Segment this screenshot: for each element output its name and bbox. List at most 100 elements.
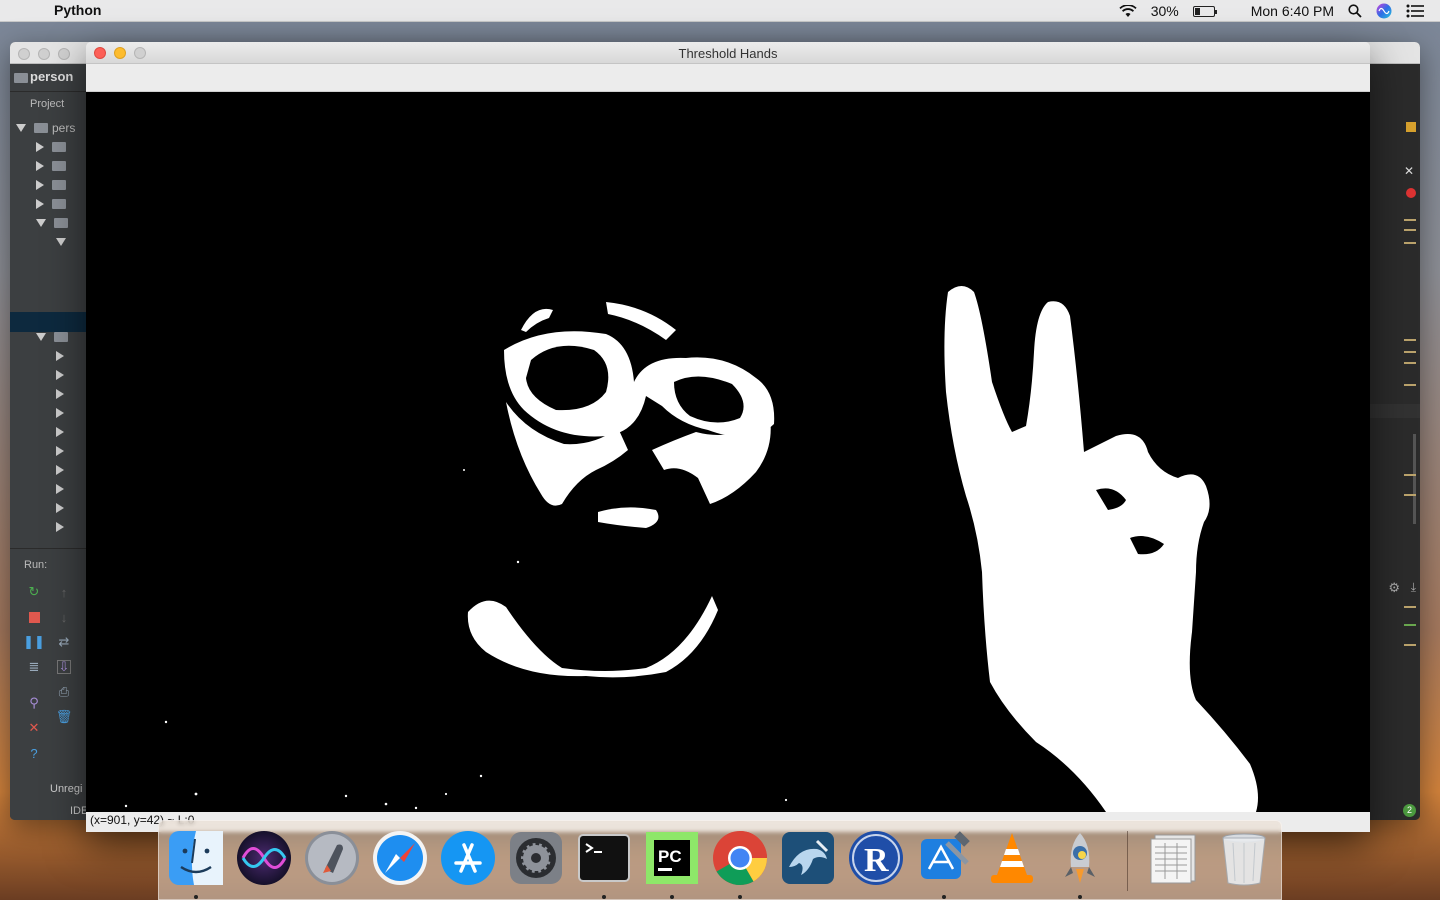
ide-minimize-button[interactable] [38, 48, 50, 60]
dump-threads-icon[interactable]: ≣ [27, 659, 41, 674]
dock-terminal-icon[interactable] [575, 829, 633, 887]
error-icon[interactable] [1406, 188, 1416, 198]
collapse-icon[interactable] [56, 407, 64, 418]
folder-icon [34, 122, 48, 133]
download-icon[interactable]: ⤓ [1411, 580, 1416, 595]
rerun-icon[interactable]: ↻ [27, 584, 41, 599]
stop-icon[interactable] [27, 610, 41, 624]
gutter-marker[interactable] [1404, 384, 1416, 386]
collapse-icon[interactable] [36, 198, 44, 209]
collapse-icon[interactable] [36, 179, 44, 190]
window-toolbar [86, 64, 1370, 92]
dock-r-icon[interactable]: R [847, 829, 905, 887]
gutter-marker[interactable] [1404, 606, 1416, 608]
menu-bar: Python 30% Mon 6:40 PM [0, 0, 1440, 22]
folder-icon [54, 217, 68, 228]
siri-menu-icon[interactable] [1376, 3, 1392, 19]
dock-python-launcher-icon[interactable] [1051, 829, 1109, 887]
expand-icon[interactable] [36, 218, 46, 227]
collapse-icon[interactable] [56, 502, 64, 513]
project-breadcrumb[interactable]: person [30, 69, 73, 84]
window-title-bar[interactable]: Threshold Hands [86, 42, 1370, 64]
folder-icon [52, 141, 66, 152]
trash-icon[interactable]: 🗑 [56, 709, 73, 724]
notification-badge[interactable]: 2 [1403, 804, 1416, 817]
gutter-marker[interactable] [1404, 474, 1416, 476]
dock-safari-icon[interactable] [371, 829, 429, 887]
close-icon[interactable]: ✕ [1404, 164, 1414, 178]
gutter-marker[interactable] [1404, 362, 1416, 364]
expand-icon[interactable] [36, 332, 46, 341]
run-label: Run: [24, 559, 48, 571]
app-menu-name[interactable]: Python [54, 2, 101, 18]
dock-chrome-icon[interactable] [711, 829, 769, 887]
gutter-marker[interactable] [1404, 339, 1416, 341]
dock-system-preferences-icon[interactable] [507, 829, 565, 887]
ide-zoom-button[interactable] [58, 48, 70, 60]
collapse-icon[interactable] [56, 445, 64, 456]
down-arrow-icon[interactable]: ↓ [57, 610, 71, 625]
up-arrow-icon[interactable]: ↑ [57, 585, 71, 600]
collapse-icon[interactable] [56, 426, 64, 437]
xcode-running-indicator [942, 895, 946, 899]
status-unregistered: Unregi [50, 783, 83, 795]
clock[interactable]: Mon 6:40 PM [1251, 3, 1334, 19]
spotlight-search-icon[interactable] [1348, 4, 1362, 18]
dock-finder-icon[interactable] [167, 829, 225, 887]
gutter-marker[interactable] [1404, 644, 1416, 646]
ide-editor-gutter: ✕ ⚙ ⤓ 2 2 [1368, 64, 1420, 820]
threshold-image[interactable] [86, 92, 1370, 812]
warning-marker[interactable] [1406, 122, 1416, 132]
window-title: Threshold Hands [678, 46, 778, 61]
expand-icon[interactable] [16, 123, 26, 132]
dock-documents-stack-icon[interactable] [1145, 829, 1203, 887]
scrollbar[interactable] [1413, 434, 1416, 524]
gutter-marker[interactable] [1404, 242, 1416, 244]
print-icon[interactable]: ⎙ [57, 684, 71, 699]
ide-close-button[interactable] [18, 48, 30, 60]
chrome-running-indicator [738, 895, 742, 899]
pycharm-running-indicator [670, 895, 674, 899]
dock-siri-icon[interactable] [235, 829, 293, 887]
terminal-running-indicator [602, 895, 606, 899]
pin-icon[interactable]: ⚲ [27, 695, 41, 710]
folder-icon [54, 331, 68, 342]
gutter-marker[interactable] [1404, 494, 1416, 496]
help-icon[interactable]: ? [27, 746, 41, 761]
battery-percent[interactable]: 30% [1151, 3, 1179, 19]
soft-wrap-icon[interactable]: ⇄ [57, 634, 71, 649]
dock-xcode-icon[interactable] [915, 829, 973, 887]
dock-vlc-icon[interactable] [983, 829, 1041, 887]
scroll-to-end-icon[interactable]: ⇩ [57, 659, 71, 674]
gutter-marker[interactable] [1404, 229, 1416, 231]
collapse-icon[interactable] [56, 464, 64, 475]
dock-pycharm-icon[interactable]: PC [643, 829, 701, 887]
project-tab[interactable]: Project [30, 98, 64, 110]
close-icon[interactable]: ✕ [27, 720, 41, 735]
collapse-icon[interactable] [56, 350, 64, 361]
python-running-indicator [1078, 895, 1082, 899]
settings-gear-icon[interactable]: ⚙ [1388, 580, 1400, 596]
collapse-icon[interactable] [56, 369, 64, 380]
gutter-marker[interactable] [1404, 219, 1416, 221]
dock-app-store-icon[interactable] [439, 829, 497, 887]
collapse-icon[interactable] [56, 388, 64, 399]
notification-center-icon[interactable] [1406, 4, 1424, 18]
tree-root[interactable]: pers [16, 118, 92, 137]
dock-launchpad-icon[interactable] [303, 829, 361, 887]
dock-mysql-workbench-icon[interactable] [779, 829, 837, 887]
collapse-icon[interactable] [56, 483, 64, 494]
gutter-marker[interactable] [1404, 351, 1416, 353]
expand-icon[interactable] [56, 237, 66, 246]
collapse-icon[interactable] [36, 141, 44, 152]
wifi-icon[interactable] [1119, 4, 1137, 18]
collapse-icon[interactable] [36, 160, 44, 171]
gutter-marker[interactable] [1404, 624, 1416, 626]
collapse-icon[interactable] [56, 521, 64, 532]
pause-icon[interactable]: ❚❚ [23, 634, 45, 649]
battery-icon[interactable] [1192, 5, 1217, 17]
tree-root-label: pers [52, 120, 76, 135]
dock-trash-icon[interactable] [1215, 829, 1273, 887]
folder-icon [52, 160, 66, 171]
folder-icon [14, 73, 28, 83]
